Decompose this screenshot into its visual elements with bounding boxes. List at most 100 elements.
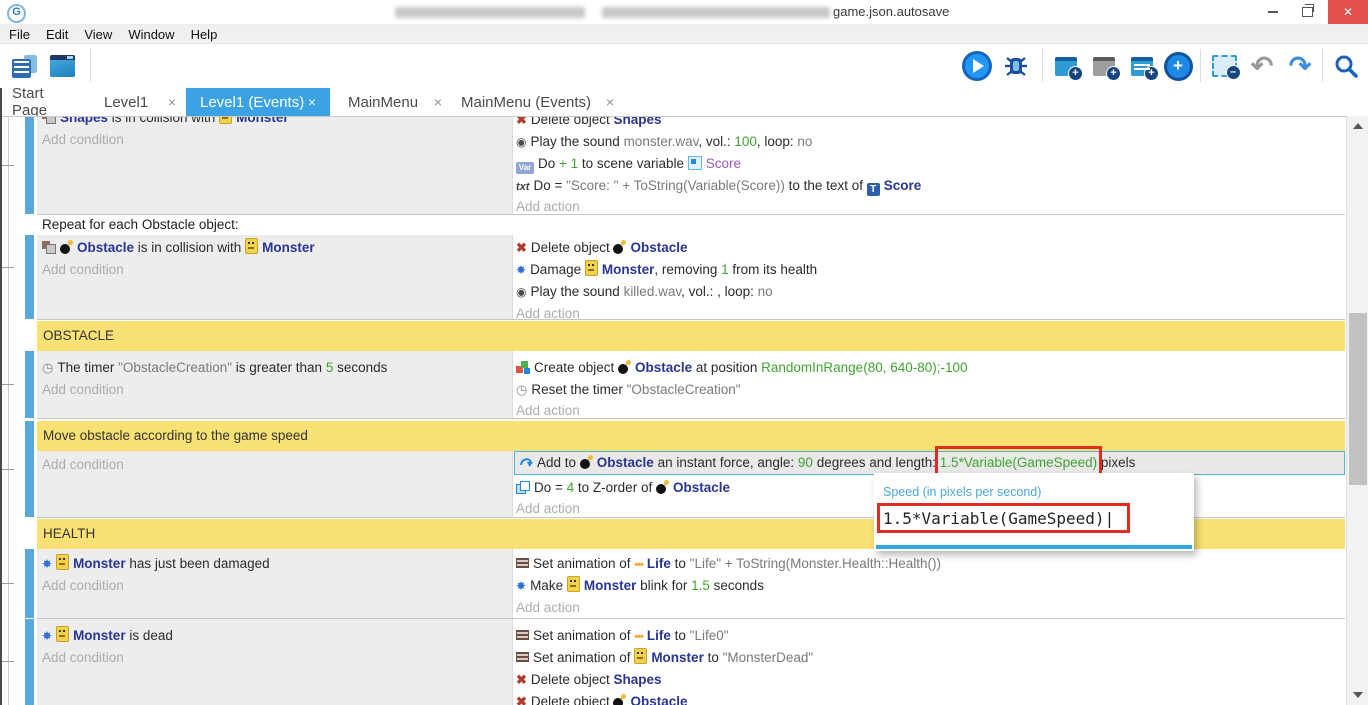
annotated-input: 1.5*Variable(GameSpeed)| xyxy=(883,509,1114,528)
action-row[interactable]: ✖Delete object Obstacle xyxy=(516,238,688,258)
tab-level1[interactable]: Level1× xyxy=(102,88,178,116)
action-row[interactable]: ◷Reset the timer "ObstacleCreation" xyxy=(516,380,741,400)
unselect-button[interactable]: – xyxy=(1208,50,1240,82)
add-condition-button[interactable]: Add condition xyxy=(42,576,124,596)
string-value: "MonsterDead" xyxy=(723,650,814,665)
menu-file[interactable]: File xyxy=(1,27,38,42)
scroll-up-arrow[interactable] xyxy=(1353,123,1363,129)
condition-row[interactable]: ◷The timer "ObstacleCreation" is greater… xyxy=(42,358,387,378)
tab-close-icon[interactable]: × xyxy=(606,94,614,110)
scroll-down-arrow[interactable] xyxy=(1353,692,1363,698)
object-name: Obstacle xyxy=(630,694,687,705)
action-text: an instant force, angle: xyxy=(654,455,798,470)
event-selection-bar[interactable] xyxy=(25,117,34,214)
event-selection-bar[interactable] xyxy=(25,549,34,618)
add-event-button[interactable]: + xyxy=(1050,50,1082,82)
menu-help[interactable]: Help xyxy=(183,27,226,42)
action-row[interactable]: Set animation of •••Life to "Life0" xyxy=(516,626,729,646)
event-selection-bar[interactable] xyxy=(25,619,34,705)
action-row[interactable]: ✸Damage Monster, removing 1 from its hea… xyxy=(516,260,817,280)
repeat-event-header[interactable]: Repeat for each Obstacle object: xyxy=(37,215,1345,235)
maximize-button[interactable] xyxy=(1290,0,1324,24)
minimize-button[interactable] xyxy=(1256,0,1290,24)
condition-row[interactable]: ✸Monster is dead xyxy=(42,626,173,646)
tab-mainmenu[interactable]: MainMenu× xyxy=(346,88,444,116)
add-new-event-button[interactable]: + xyxy=(1162,50,1194,82)
add-subevent-button[interactable]: + xyxy=(1088,50,1120,82)
condition-row[interactable]: Obstacle is in collision with Monster xyxy=(42,238,315,258)
object-name: Obstacle xyxy=(630,240,687,255)
tab-close-icon[interactable]: × xyxy=(308,94,316,110)
toolbar-separator xyxy=(90,49,91,82)
undo-button[interactable]: ↶ xyxy=(1246,50,1278,82)
add-condition-button[interactable]: Add condition xyxy=(42,130,124,150)
debug-button[interactable] xyxy=(1000,50,1032,82)
health-icon: ✸ xyxy=(42,626,52,646)
preview-button[interactable] xyxy=(961,50,993,82)
event-handle[interactable] xyxy=(0,583,14,584)
add-condition-button[interactable]: Add condition xyxy=(42,455,124,475)
project-manager-button[interactable] xyxy=(8,50,40,82)
action-row[interactable]: Set animation of •••Life to "Life" + ToS… xyxy=(516,554,941,574)
event-handle[interactable] xyxy=(0,267,14,268)
action-row[interactable]: VarDo + 1 to scene variable Score xyxy=(516,154,741,174)
add-condition-button[interactable]: Add condition xyxy=(42,648,124,668)
add-action-button[interactable]: Add action xyxy=(516,598,580,618)
add-comment-button[interactable]: + xyxy=(1126,50,1158,82)
action-row[interactable]: Create object Obstacle at position Rando… xyxy=(516,358,968,378)
event-selection-bar[interactable] xyxy=(25,421,34,517)
scrollbar-thumb[interactable] xyxy=(1349,313,1367,485)
tab-start-page[interactable]: Start Page xyxy=(10,88,84,116)
event-handle[interactable] xyxy=(0,661,14,662)
add-condition-button[interactable]: Add condition xyxy=(42,380,124,400)
event-handle[interactable] xyxy=(0,469,14,470)
condition-row[interactable]: Shapes is in collision with Monster xyxy=(42,116,289,128)
action-row[interactable]: txtDo = "Score: " + ToString(Variable(Sc… xyxy=(516,176,921,196)
event-selection-bar[interactable] xyxy=(25,351,34,418)
selected-action-row[interactable]: Add to Obstacle an instant force, angle:… xyxy=(514,451,1345,475)
tab-level1-events[interactable]: Level1 (Events)× xyxy=(186,88,330,116)
menu-view[interactable]: View xyxy=(76,27,120,42)
placeholder-text: Add condition xyxy=(42,132,124,147)
collision-icon xyxy=(42,116,56,124)
tab-mainmenu-events[interactable]: MainMenu (Events)× xyxy=(459,88,616,116)
expression: "Life" + ToString(Monster.Health::Health… xyxy=(690,556,941,571)
vertical-scrollbar[interactable] xyxy=(1346,116,1368,705)
condition-row[interactable]: ✸Monster has just been damaged xyxy=(42,554,270,574)
action-row[interactable]: Do = 4 to Z-order of Obstacle xyxy=(516,478,730,498)
menu-edit[interactable]: Edit xyxy=(38,27,76,42)
expression-input[interactable]: 1.5*Variable(GameSpeed)| xyxy=(883,509,1114,528)
window-left-edge xyxy=(0,88,2,705)
scene-editor-button[interactable] xyxy=(46,50,78,82)
redo-button[interactable]: ↷ xyxy=(1284,50,1316,82)
group-header-obstacle[interactable]: OBSTACLE xyxy=(37,321,1345,351)
menu-window[interactable]: Window xyxy=(120,27,182,42)
action-row[interactable]: Set animation of Monster to "MonsterDead… xyxy=(516,648,813,668)
action-row[interactable]: ◉Play the sound killed.wav, vol.: , loop… xyxy=(516,282,773,302)
add-action-button[interactable]: Add action xyxy=(516,499,580,519)
unselect-icon: – xyxy=(1212,55,1237,77)
tab-close-icon[interactable]: × xyxy=(168,94,176,110)
add-condition-button[interactable]: Add condition xyxy=(42,260,124,280)
action-text: degrees and length: xyxy=(813,455,940,470)
action-row[interactable]: ✖Delete object Obstacle xyxy=(516,692,688,705)
obstacle-icon xyxy=(613,694,626,705)
action-row[interactable]: ✖Delete object Shapes xyxy=(516,116,662,130)
event-handle[interactable] xyxy=(0,165,14,166)
tab-close-icon[interactable]: × xyxy=(434,94,442,110)
action-row[interactable]: ✸Make Monster blink for 1.5 seconds xyxy=(516,576,764,596)
event-selection-bar[interactable] xyxy=(25,235,34,319)
action-row[interactable]: ◉Play the sound monster.wav, vol.: 100, … xyxy=(516,132,812,152)
action-row[interactable]: Add to Obstacle an instant force, angle:… xyxy=(519,453,1135,473)
close-button[interactable]: ✕ xyxy=(1328,0,1368,24)
condition-text: is in collision with xyxy=(134,240,245,255)
event-handle[interactable] xyxy=(0,384,14,385)
action-row[interactable]: ✖Delete object Shapes xyxy=(516,670,662,690)
repeat-header-text: Repeat for each Obstacle object: xyxy=(42,217,239,232)
search-button[interactable] xyxy=(1330,50,1362,82)
group-header-move-obstacle[interactable]: Move obstacle according to the game spee… xyxy=(37,421,1345,451)
obstacle-icon xyxy=(60,240,73,254)
object-name: Monster xyxy=(73,556,126,571)
obstacle-icon xyxy=(580,455,593,469)
delete-icon: ✖ xyxy=(516,692,527,705)
